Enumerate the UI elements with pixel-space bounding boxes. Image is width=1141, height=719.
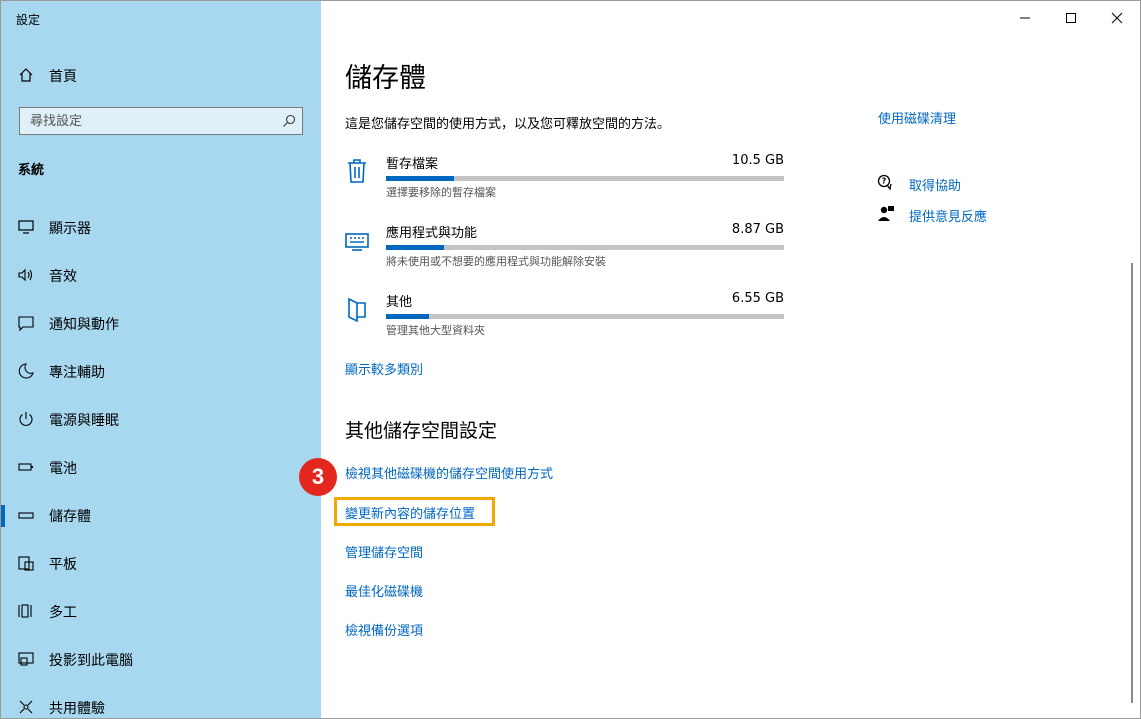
power-icon: [17, 410, 35, 428]
usage-bar: [386, 245, 784, 250]
manage-storage-spaces-link[interactable]: 管理儲存空間: [345, 542, 423, 561]
search-input[interactable]: [20, 108, 280, 134]
battery-icon: [17, 458, 35, 476]
category-name: 暫存檔案: [386, 157, 439, 172]
disk-cleanup-link[interactable]: 使用磁碟清理: [878, 108, 956, 127]
sidebar-item-label: 電池: [49, 461, 77, 477]
usage-bar: [386, 314, 784, 319]
optimize-drives-link[interactable]: 最佳化磁碟機: [345, 581, 423, 600]
sidebar-item-notifications[interactable]: 通知與動作: [1, 303, 321, 343]
usage-bar-fill: [386, 245, 444, 250]
category-subtitle: 選擇要移除的暫存檔案: [386, 186, 496, 199]
category-subtitle: 管理其他大型資料夾: [386, 324, 485, 337]
storage-icon: [17, 506, 35, 524]
step-badge: 3: [299, 458, 337, 496]
scrollbar[interactable]: [1131, 263, 1133, 703]
sidebar-item-label: 投影到此電腦: [49, 653, 133, 669]
sidebar-item-label: 音效: [49, 269, 77, 285]
get-help-link[interactable]: 取得協助: [909, 175, 961, 194]
settings-window: 設定 首頁 系統 顯示器 音效: [0, 0, 1141, 719]
sidebar-item-label: 首頁: [49, 69, 77, 85]
keyboard-icon: [345, 226, 369, 254]
sidebar-item-label: 共用體驗: [49, 701, 105, 717]
view-backup-options-link[interactable]: 檢視備份選項: [345, 620, 423, 639]
storage-category-other[interactable]: 其他 6.55 GB 管理其他大型資料夾: [345, 291, 785, 347]
sidebar-item-multitasking[interactable]: 多工: [1, 591, 321, 631]
other-settings-heading: 其他儲存空間設定: [345, 420, 498, 442]
sidebar-item-label: 電源與睡眠: [49, 413, 119, 429]
sidebar-item-label: 儲存體: [49, 509, 91, 525]
page-description: 這是您儲存空間的使用方式，以及您可釋放空間的方法。: [345, 117, 671, 132]
category-size: 8.87 GB: [731, 222, 784, 237]
project-icon: [17, 650, 35, 668]
main-content: 儲存體 這是您儲存空間的使用方式，以及您可釋放空間的方法。 暫存檔案 10.5 …: [299, 1, 1140, 718]
usage-bar-fill: [386, 176, 454, 181]
svg-text:?: ?: [882, 177, 887, 186]
sidebar-item-sound[interactable]: 音效: [1, 255, 321, 295]
sidebar-item-storage[interactable]: 儲存體: [1, 495, 321, 535]
sidebar-item-label: 通知與動作: [49, 317, 119, 333]
notification-icon: [17, 314, 35, 332]
app-title: 設定: [16, 13, 41, 27]
category-name: 其他: [386, 295, 413, 310]
moon-icon: [17, 362, 35, 380]
sidebar-item-project-to-pc[interactable]: 投影到此電腦: [1, 639, 321, 679]
sidebar-item-power-sleep[interactable]: 電源與睡眠: [1, 399, 321, 439]
category-subtitle: 將未使用或不想要的應用程式與功能解除安裝: [386, 255, 606, 268]
tablet-icon: [17, 554, 35, 572]
sidebar-item-focus-assist[interactable]: 專注輔助: [1, 351, 321, 391]
sidebar-item-battery[interactable]: 電池: [1, 447, 321, 487]
storage-category-temp-files[interactable]: 暫存檔案 10.5 GB 選擇要移除的暫存檔案: [345, 153, 785, 209]
share-icon: [17, 698, 35, 716]
sidebar-item-label: 平板: [49, 557, 77, 573]
multitask-icon: [17, 602, 35, 620]
sidebar-item-label: 顯示器: [49, 221, 91, 237]
sidebar-item-display[interactable]: 顯示器: [1, 207, 321, 247]
speaker-icon: [17, 266, 35, 284]
category-size: 10.5 GB: [731, 153, 784, 168]
sidebar-item-shared-experiences[interactable]: 共用體驗: [1, 687, 321, 718]
category-name: 應用程式與功能: [386, 226, 478, 241]
page-title: 儲存體: [345, 63, 426, 94]
show-more-categories-link[interactable]: 顯示較多類別: [345, 359, 423, 378]
storage-category-apps-features[interactable]: 應用程式與功能 8.87 GB 將未使用或不想要的應用程式與功能解除安裝: [345, 222, 785, 278]
sidebar-item-label: 專注輔助: [49, 365, 105, 381]
search-icon[interactable]: [281, 113, 297, 129]
home-icon: [18, 67, 34, 83]
sidebar-item-tablet[interactable]: 平板: [1, 543, 321, 583]
change-save-location-link[interactable]: 變更新內容的儲存位置: [345, 503, 475, 522]
sidebar-item-home[interactable]: 首頁: [1, 59, 321, 91]
sidebar-item-label: 多工: [49, 605, 77, 621]
usage-bar-fill: [386, 314, 429, 319]
sidebar: 設定 首頁 系統 顯示器 音效: [1, 1, 321, 718]
trash-icon: [345, 157, 369, 185]
section-label: 系統: [18, 163, 45, 178]
feedback-icon: [877, 205, 895, 223]
help-icon: ?: [877, 174, 895, 192]
monitor-icon: [17, 218, 35, 236]
category-size: 6.55 GB: [731, 291, 784, 306]
view-other-drives-link[interactable]: 檢視其他磁碟機的儲存空間使用方式: [345, 463, 553, 482]
usage-bar: [386, 176, 784, 181]
search-box: [19, 107, 303, 135]
folder-icon: [345, 295, 369, 323]
give-feedback-link[interactable]: 提供意見反應: [909, 206, 987, 225]
